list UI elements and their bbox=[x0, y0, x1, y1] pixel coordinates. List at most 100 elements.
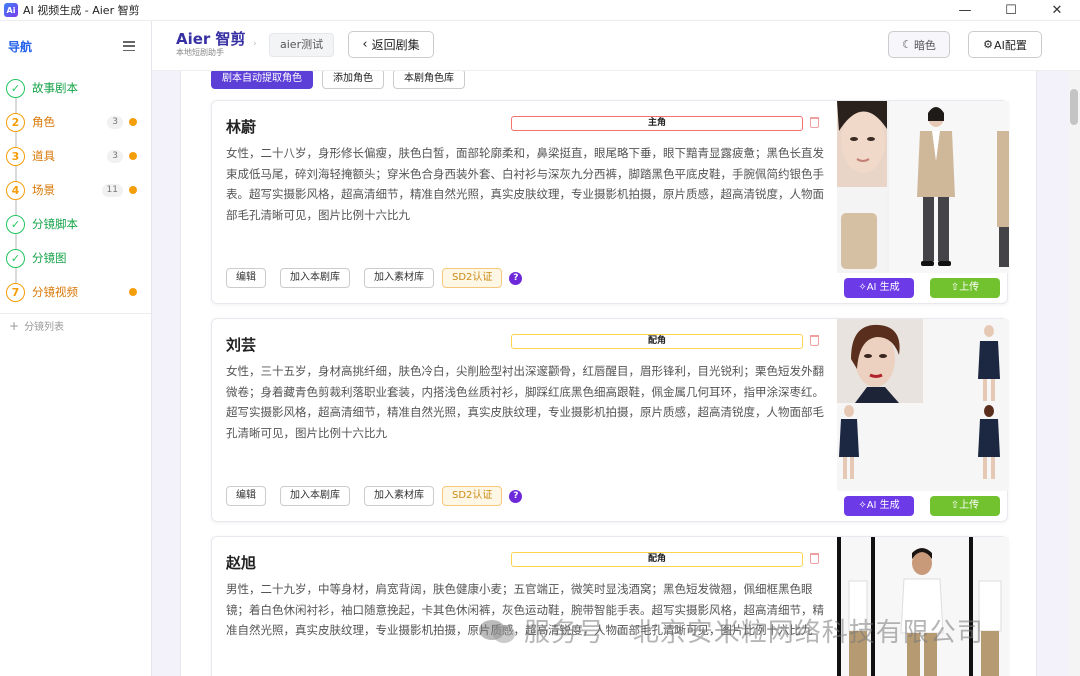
add-character-button[interactable]: 添加角色 bbox=[322, 71, 384, 89]
sidebar-item-label: 分镜图 bbox=[32, 251, 67, 265]
main-scrollbar[interactable] bbox=[1068, 71, 1080, 676]
trash-icon[interactable] bbox=[810, 553, 819, 564]
back-to-episodes-button[interactable]: ‹ 返回剧集 bbox=[348, 31, 434, 58]
warning-dot-icon bbox=[129, 186, 137, 194]
sd2-cert-button[interactable]: SD2认证 bbox=[442, 486, 503, 506]
watermark: 服务号 · 北京安米粒网络科技有限公司 bbox=[478, 612, 984, 649]
sidebar-item-label: 故事剧本 bbox=[32, 81, 78, 95]
count-badge: 3 bbox=[107, 115, 123, 129]
warning-dot-icon bbox=[129, 118, 137, 126]
wechat-icon bbox=[479, 619, 515, 643]
menu-icon[interactable] bbox=[123, 41, 135, 51]
character-reference-image[interactable] bbox=[837, 319, 1009, 491]
window-title: AI 视频生成 - Aier 智剪 bbox=[23, 4, 140, 17]
step-number: 2 bbox=[6, 112, 25, 132]
role-badge[interactable]: 配角 bbox=[511, 552, 803, 567]
sub-list-label: 分镜列表 bbox=[24, 322, 65, 333]
character-card: 刘芸 配角 女性，三十五岁，身材高挑纤细，肤色冷白，尖削脸型衬出深邃颧骨，红唇醒… bbox=[211, 318, 1009, 522]
upload-button[interactable]: ⇧上传 bbox=[930, 278, 1000, 298]
character-card: 林蔚 主角 女性，二十八岁，身形修长偏瘦，肤色白皙，面部轮廓柔和，鼻梁挺直，眼尾… bbox=[211, 100, 1009, 304]
add-to-script-library-button[interactable]: 加入本剧库 bbox=[280, 486, 350, 506]
character-name: 林蔚 bbox=[226, 118, 257, 136]
add-to-asset-library-button[interactable]: 加入素材库 bbox=[364, 486, 434, 506]
check-icon: ✓ bbox=[6, 248, 25, 268]
character-actions: 剧本自动提取角色 添加角色 本剧角色库 bbox=[211, 71, 465, 89]
maximize-icon[interactable]: ☐ bbox=[988, 0, 1034, 21]
sidebar-item-story[interactable]: ✓ 故事剧本 bbox=[6, 71, 151, 105]
step-number: 3 bbox=[6, 146, 25, 166]
add-to-asset-library-button[interactable]: 加入素材库 bbox=[364, 268, 434, 288]
character-name: 刘芸 bbox=[226, 336, 257, 354]
trash-icon[interactable] bbox=[810, 117, 819, 128]
chevron-left-icon: ‹ bbox=[362, 37, 368, 52]
sidebar-sub-list[interactable]: + 分镜列表 bbox=[0, 313, 151, 337]
help-icon[interactable]: ? bbox=[509, 271, 523, 285]
character-library-button[interactable]: 本剧角色库 bbox=[393, 71, 465, 89]
header: Aier 智剪 本地短剧助手 › aier测试 ‹ 返回剧集 ☾ 暗色 ⚙ AI… bbox=[152, 21, 1080, 71]
help-icon[interactable]: ? bbox=[509, 489, 523, 503]
main-area: 剧本自动提取角色 添加角色 本剧角色库 林蔚 主角 女性，二十八岁，身形修长偏瘦… bbox=[152, 71, 1068, 676]
step-number: 7 bbox=[6, 282, 25, 302]
trash-icon[interactable] bbox=[810, 335, 819, 346]
character-description: 女性，二十八岁，身形修长偏瘦，肤色白皙，面部轮廓柔和，鼻梁挺直，眼尾略下垂，眼下… bbox=[226, 146, 824, 222]
sparkle-icon: ✧ bbox=[858, 282, 867, 293]
upload-button[interactable]: ⇧上传 bbox=[930, 496, 1000, 516]
dark-button-label: 暗色 bbox=[913, 38, 936, 52]
character-card: 赵旭 配角 男性，二十九岁，中等身材，肩宽背阔，肤色健康小麦；五官端正，微笑时显… bbox=[211, 536, 1009, 676]
close-icon[interactable]: ✕ bbox=[1034, 0, 1080, 21]
brand-subtitle: 本地短剧助手 bbox=[176, 48, 224, 57]
config-button-label: AI配置 bbox=[994, 38, 1027, 52]
dark-mode-button[interactable]: ☾ 暗色 bbox=[888, 31, 950, 58]
sidebar-item-scenes[interactable]: 4 场景 11 bbox=[6, 173, 151, 207]
sidebar-title: 导航 bbox=[8, 39, 33, 54]
plus-icon: + bbox=[9, 318, 20, 333]
back-button-label: 返回剧集 bbox=[371, 38, 420, 52]
minimize-icon[interactable]: — bbox=[942, 0, 988, 21]
auto-extract-button[interactable]: 剧本自动提取角色 bbox=[211, 71, 313, 89]
sidebar-item-label: 分镜视频 bbox=[32, 285, 78, 299]
upload-icon: ⇧ bbox=[950, 500, 960, 511]
character-reference-images bbox=[837, 319, 1009, 495]
chevron-right-icon: › bbox=[253, 39, 257, 49]
project-chip[interactable]: aier测试 bbox=[269, 33, 335, 57]
sidebar-item-label: 场景 bbox=[32, 183, 55, 197]
sidebar-item-label: 分镜脚本 bbox=[32, 217, 78, 231]
edit-button[interactable]: 编辑 bbox=[226, 268, 266, 288]
upload-icon: ⇧ bbox=[950, 282, 960, 293]
sidebar-item-characters[interactable]: 2 角色 3 bbox=[6, 105, 151, 139]
check-icon: ✓ bbox=[6, 78, 25, 98]
brand-name: Aier 智剪 bbox=[176, 30, 246, 48]
sidebar-item-label: 角色 bbox=[32, 115, 55, 129]
brand: Aier 智剪 本地短剧助手 bbox=[176, 30, 246, 57]
moon-icon: ☾ bbox=[902, 38, 912, 51]
check-icon: ✓ bbox=[6, 214, 25, 234]
sparkle-icon: ✧ bbox=[858, 500, 867, 511]
character-description: 女性，三十五岁，身材高挑纤细，肤色冷白，尖削脸型衬出深邃颧骨，红唇醒目，眉形锋利… bbox=[226, 364, 824, 440]
ai-config-button[interactable]: ⚙ AI配置 bbox=[968, 31, 1042, 58]
ai-generate-button[interactable]: ✧AI 生成 bbox=[844, 496, 914, 516]
warning-dot-icon bbox=[129, 152, 137, 160]
app-logo-icon: Ai bbox=[4, 3, 18, 17]
sidebar: 导航 ✓ 故事剧本 2 角色 3 3 道具 3 4 场景 11 ✓ 分镜脚本 ✓… bbox=[0, 21, 152, 676]
sd2-cert-button[interactable]: SD2认证 bbox=[442, 268, 503, 288]
character-reference-image[interactable] bbox=[837, 101, 1009, 273]
character-reference-image[interactable] bbox=[837, 537, 1009, 676]
edit-button[interactable]: 编辑 bbox=[226, 486, 266, 506]
role-badge[interactable]: 主角 bbox=[511, 116, 803, 131]
characters-panel: 剧本自动提取角色 添加角色 本剧角色库 林蔚 主角 女性，二十八岁，身形修长偏瘦… bbox=[180, 71, 1037, 676]
gear-icon: ⚙ bbox=[983, 38, 994, 51]
sidebar-item-props[interactable]: 3 道具 3 bbox=[6, 139, 151, 173]
warning-dot-icon bbox=[129, 288, 137, 296]
character-reference-images bbox=[837, 101, 1009, 277]
scrollbar-thumb[interactable] bbox=[1070, 89, 1078, 125]
role-badge[interactable]: 配角 bbox=[511, 334, 803, 349]
sidebar-item-storyboard-images[interactable]: ✓ 分镜图 bbox=[6, 241, 151, 275]
character-name: 赵旭 bbox=[226, 554, 257, 572]
sidebar-item-label: 道具 bbox=[32, 149, 55, 163]
sidebar-item-storyboard-video[interactable]: 7 分镜视频 bbox=[6, 275, 151, 309]
count-badge: 3 bbox=[107, 149, 123, 163]
ai-generate-button[interactable]: ✧AI 生成 bbox=[844, 278, 914, 298]
add-to-script-library-button[interactable]: 加入本剧库 bbox=[280, 268, 350, 288]
watermark-text: 服务号 · 北京安米粒网络科技有限公司 bbox=[524, 618, 984, 648]
sidebar-item-storyboard-script[interactable]: ✓ 分镜脚本 bbox=[6, 207, 151, 241]
